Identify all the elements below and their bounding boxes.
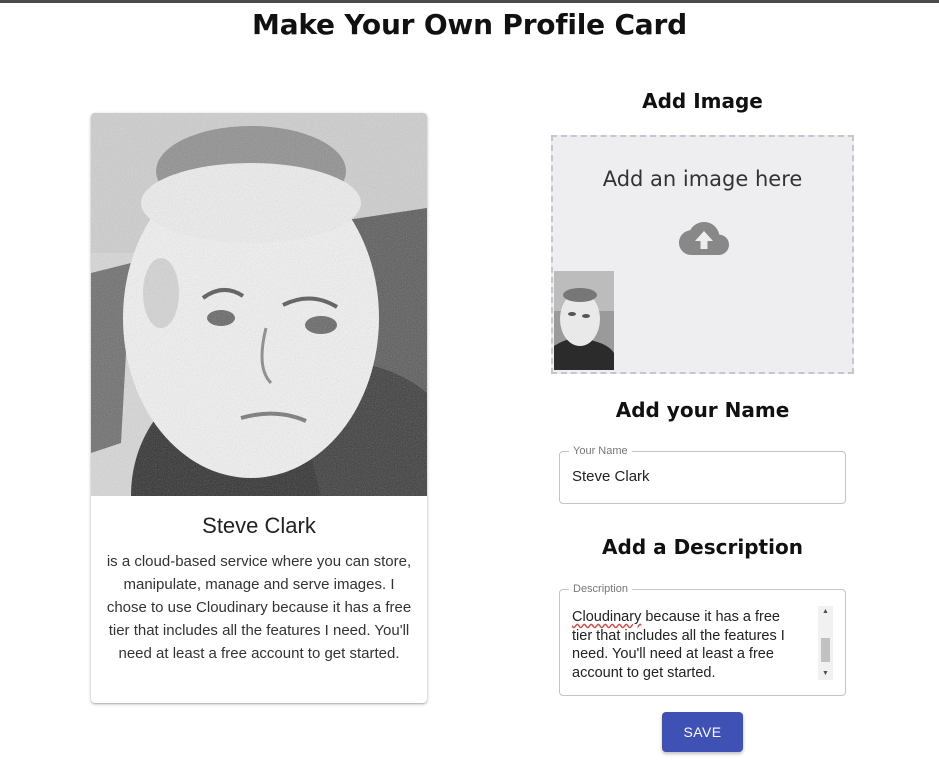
name-input[interactable] [572, 468, 832, 485]
scroll-thumb[interactable] [821, 638, 830, 662]
add-image-heading: Add Image [642, 89, 763, 113]
save-button[interactable]: SAVE [662, 712, 743, 752]
add-name-heading: Add your Name [615, 398, 790, 422]
window-top-border [0, 0, 939, 3]
scroll-down-arrow-icon[interactable]: ▼ [818, 668, 833, 680]
card-description: is a cloud-based service where you can s… [106, 553, 412, 662]
scroll-up-arrow-icon[interactable]: ▲ [818, 606, 833, 618]
description-textarea[interactable]: Cloudinary because it has a free tier th… [572, 608, 812, 682]
spellcheck-word: Cloudinary [572, 609, 642, 625]
image-dropzone[interactable]: Add an image here [551, 135, 854, 374]
description-scrollbar[interactable]: ▲ ▼ [818, 606, 833, 680]
dropzone-text: Add an image here [602, 167, 803, 191]
profile-card: Steve Clark is a cloud-based service whe… [91, 113, 427, 703]
add-description-heading: Add a Description [602, 535, 803, 559]
name-field: Your Name [559, 444, 846, 504]
cloud-upload-icon [679, 222, 729, 255]
name-field-label: Your Name [569, 444, 632, 458]
description-field: Description Cloudinary because it has a … [559, 582, 846, 696]
page-title: Make Your Own Profile Card [252, 8, 687, 41]
card-name: Steve Clark [202, 513, 316, 538]
description-field-label: Description [569, 582, 633, 596]
profile-photo [91, 113, 427, 496]
thumbnail-image [554, 271, 614, 370]
